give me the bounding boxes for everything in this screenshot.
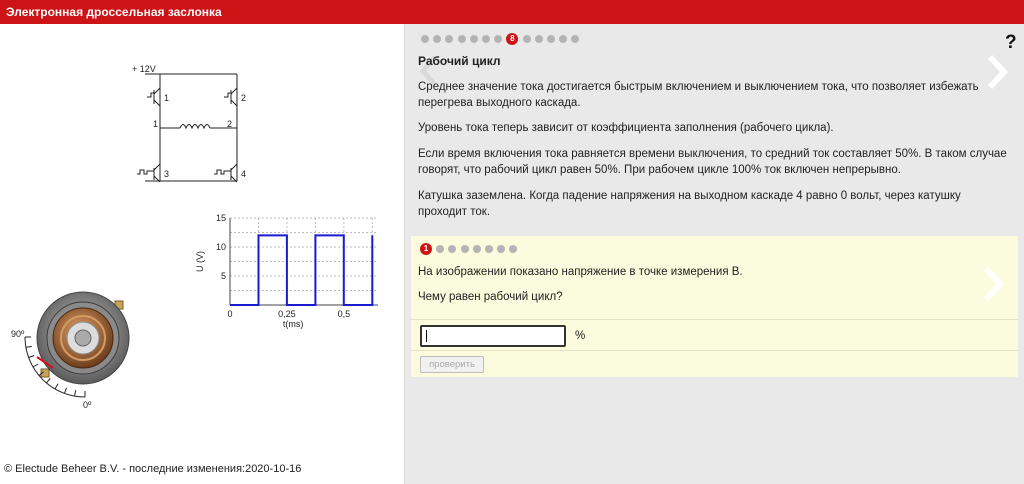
quiz-panel: 1 На изображении показано напряжение в т… [411,236,1018,377]
quiz-step-dot-2[interactable] [436,245,445,253]
quiz-step-dot-7[interactable] [497,245,506,253]
lesson-step-dot-3[interactable] [445,35,454,43]
quiz-step-dot-6[interactable] [484,245,493,253]
quiz-question: На изображении показано напряжение в точ… [418,266,743,278]
transistor-label-4: 4 [241,169,246,179]
lesson-step-dot-4[interactable] [457,35,466,43]
lesson-paragraph-3: Если время включения тока равняется врем… [418,148,1007,176]
voltage-chart: 0 0,25 0,5 15 10 5 t(ms) U (V) [195,213,378,329]
node-label-2: 2 [227,119,232,129]
help-icon[interactable]: ? [1005,32,1017,54]
app-title: Электронная дроссельная заслонка [6,5,222,19]
quiz-step-dot-1[interactable]: 1 [420,243,432,255]
chart-x-tick-label: 0,5 [338,309,351,319]
quiz-step-dot-3[interactable] [448,245,457,253]
lesson-step-dot-12[interactable] [559,35,568,43]
gauge-tick [64,387,68,394]
quiz-step-dot-5[interactable] [472,245,481,253]
left-panel: + 12V 1 2 1 2 3 4 0 0,25 0,5 15 10 5 t(ms) U (V… [0,24,405,484]
chart-y-axis-label: U (V) [195,251,205,272]
transistor-label-2: 2 [241,93,246,103]
footer-copyright: © Electude Beheer B.V. - последние измен… [4,463,302,475]
lesson-step-dot-13[interactable] [571,35,580,43]
answer-input[interactable] [420,325,566,347]
lesson-step-dot-7[interactable] [494,35,503,43]
lesson-step-dot-2[interactable] [433,35,442,43]
quiz-step-dot-8[interactable] [509,245,518,253]
lesson-title: Рабочий цикл [418,54,501,68]
throttle-position-gauge: 90º 0º [11,291,130,410]
lesson-step-dot-11[interactable] [546,35,555,43]
quiz-step-indicator: 1 [420,243,522,255]
lesson-step-dot-10[interactable] [534,35,543,43]
next-question-arrow-icon[interactable] [981,266,1005,302]
node-label-1: 1 [153,119,158,129]
gauge-max-label: 90º [11,329,25,339]
gauge-tick [28,354,35,358]
chart-y-tick-label: 10 [216,242,226,252]
lesson-paragraph-2: Уровень тока теперь зависит от коэффицие… [418,122,834,134]
gauge-min-label: 0º [83,400,92,410]
transistor-label-3: 3 [164,169,169,179]
chart-x-tick-label: 0 [227,309,232,319]
transistor-label-1: 1 [164,93,169,103]
chart-x-axis-label: t(ms) [283,319,304,329]
signal-series-line [230,234,374,306]
gauge-tick [32,363,39,368]
gauge-tick [74,390,77,397]
chart-x-tick-label: 0,25 [278,309,296,319]
chart-y-tick-label: 15 [216,213,226,223]
app-title-bar: Электронная дроссельная заслонка [0,0,1024,24]
gauge-tick [25,345,32,348]
lesson-step-dot-9[interactable] [522,35,531,43]
lesson-step-dot-5[interactable] [469,35,478,43]
supply-label: + 12V [132,64,156,74]
lesson-step-dot-6[interactable] [481,35,490,43]
gauge-tick [54,383,59,390]
lesson-paragraph-1: Среднее значение тока достигается быстры… [418,81,979,109]
quiz-step-dot-4[interactable] [460,245,469,253]
lesson-paragraph-4: Катушка заземлена. Когда падение напряже… [418,190,961,218]
check-button[interactable]: проверить [420,356,484,373]
h-bridge-circuit-diagram: + 12V 1 2 1 2 3 4 [132,64,246,183]
lesson-step-indicator: 8 [421,33,583,45]
answer-unit: % [575,330,586,342]
chart-y-tick-label: 5 [221,271,226,281]
gauge-tick [46,378,51,384]
lesson-step-dot-1[interactable] [421,35,429,43]
lesson-step-dot-8[interactable]: 8 [506,33,519,45]
quiz-prompt: Чему равен рабочий цикл? [418,291,563,303]
lesson-panel: 8 ? Рабочий цикл Среднее значение тока д… [405,24,1024,484]
